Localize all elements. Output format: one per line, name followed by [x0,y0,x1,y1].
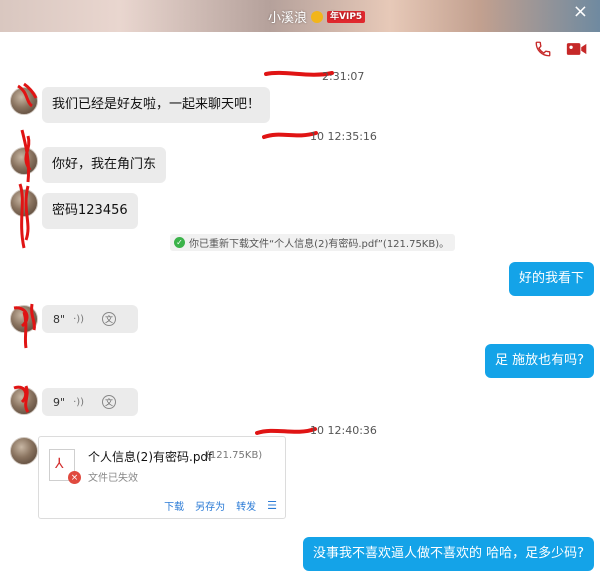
redaction-mark [13,303,36,349]
chat-header: 小溪浪 年VIP5 × [0,0,600,32]
vip-badge: 年VIP5 [327,10,366,23]
voice-wave-icon: ·)) [73,313,85,325]
download-link[interactable]: 下载 [164,498,184,513]
file-status: 文件已失效 [88,473,138,484]
save-as-link[interactable]: 另存为 [195,498,225,513]
message-bubble[interactable]: 密码123456 [42,193,138,229]
file-size: (121.75KB) [206,450,263,461]
timestamp: 2:31:07 [322,70,365,83]
contact-title: 小溪浪 年VIP5 [268,7,366,26]
file-actions: 下载 另存为 转发 ☰ [39,498,285,513]
forward-link[interactable]: 转发 [236,498,256,513]
message-bubble-outgoing[interactable]: 没事我不喜欢逼人做不喜欢的 哈哈，足多少码? [302,537,594,571]
timestamp: 10 12:40:36 [310,424,377,437]
file-name: 个人信息(2)有密码.pdf [88,450,213,464]
message-bubble-outgoing[interactable]: 足 施放也有吗? [484,344,594,378]
contact-name: 小溪浪 [268,11,308,26]
crown-icon [311,10,324,23]
voice-to-text-icon[interactable]: 文 [102,312,117,326]
system-notice: ✓ 你已重新下载文件“个人信息(2)有密码.pdf”(121.75KB)。 [170,234,456,251]
voice-wave-icon: ·)) [73,396,85,408]
timestamp: 10 12:35:16 [310,130,377,143]
system-notice-text: 你已重新下载文件“个人信息(2)有密码.pdf”(121.75KB)。 [189,239,450,250]
video-camera-icon[interactable] [566,40,588,58]
call-toolbar [534,40,588,58]
file-message-card[interactable]: ⅄ × 个人信息(2)有密码.pdf (121.75KB) 文件已失效 下载 另… [38,436,286,519]
redaction-mark [18,183,30,249]
redaction-mark [13,385,30,413]
phone-icon[interactable] [534,40,552,58]
menu-icon[interactable]: ☰ [267,499,277,512]
voice-duration: 8" [53,312,66,326]
close-icon[interactable]: × [573,2,588,22]
check-icon: ✓ [174,237,185,248]
voice-to-text-icon[interactable]: 文 [102,395,117,409]
voice-message[interactable]: 8" ·)) 文 [42,305,138,333]
voice-duration: 9" [53,395,66,409]
message-bubble[interactable]: 我们已经是好友啦，一起来聊天吧！ [42,87,271,123]
redaction-mark [17,82,38,108]
message-bubble[interactable]: 你好，我在角门东 [42,147,167,183]
voice-message[interactable]: 9" ·)) 文 [42,388,138,416]
message-bubble-outgoing[interactable]: 好的我看下 [508,262,594,296]
redaction-mark [20,129,32,183]
avatar[interactable] [10,437,38,465]
error-icon: × [68,471,81,484]
